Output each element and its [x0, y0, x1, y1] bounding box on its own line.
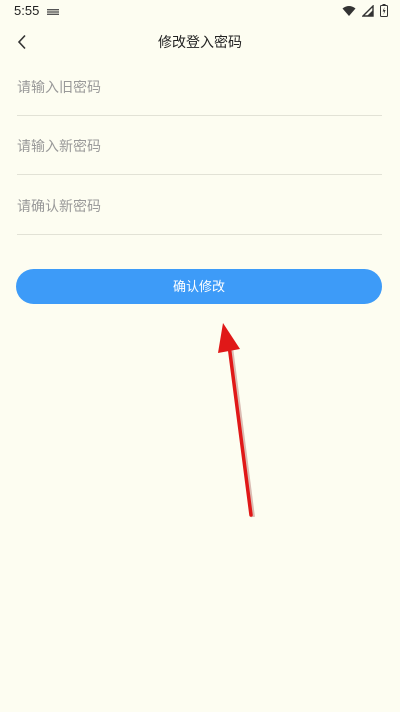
annotation-arrow [218, 323, 255, 518]
new-password-field [17, 117, 382, 175]
page-title: 修改登入密码 [158, 35, 242, 51]
status-time: 5:55 [14, 3, 40, 18]
old-password-input[interactable] [17, 80, 382, 96]
old-password-field [17, 58, 382, 116]
status-icons [342, 4, 388, 17]
battery-icon [380, 4, 388, 17]
confirm-password-field [17, 177, 382, 235]
change-password-screen: 5:55 修改登入密码 确认修改 [0, 0, 400, 712]
notification-icon [47, 9, 59, 15]
wifi-icon [342, 5, 356, 16]
nav-bar: 修改登入密码 [0, 24, 400, 60]
signal-icon [362, 4, 374, 17]
new-password-input[interactable] [17, 139, 382, 155]
status-bar: 5:55 [0, 0, 400, 24]
confirm-change-button[interactable]: 确认修改 [16, 269, 382, 304]
confirm-password-input[interactable] [17, 199, 382, 215]
